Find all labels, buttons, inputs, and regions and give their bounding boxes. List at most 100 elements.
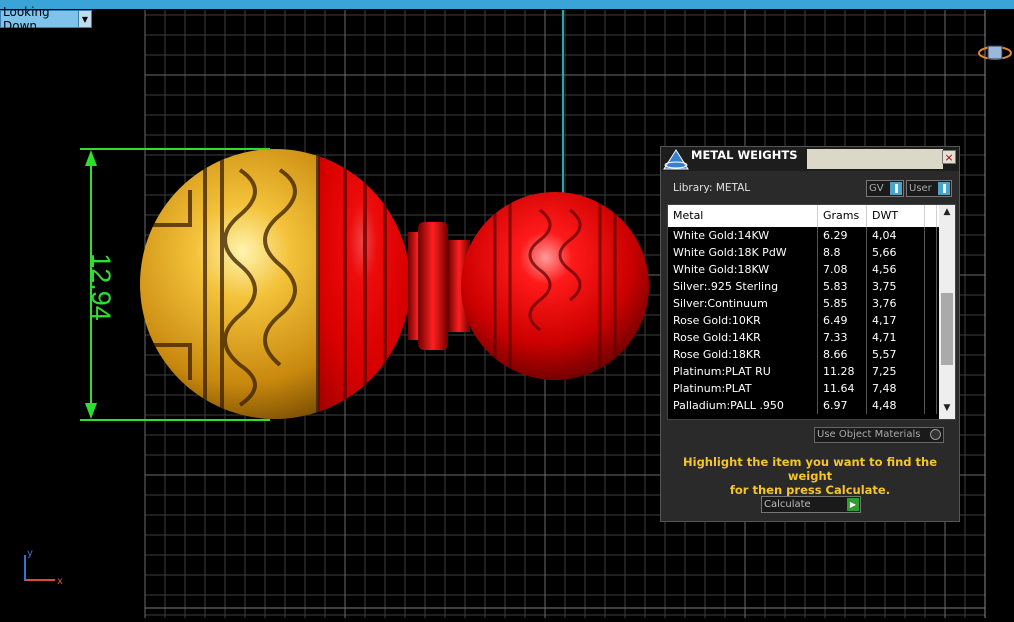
app-logo-icon (663, 149, 689, 170)
scroll-thumb[interactable] (941, 293, 953, 365)
cell-spacer (925, 227, 937, 244)
cell-spacer (925, 363, 937, 380)
cell-spacer (925, 278, 937, 295)
cell-grams: 5.85 (818, 295, 867, 312)
table-row[interactable]: Rose Gold:14KR 7.33 4,71 (668, 329, 955, 346)
library-label: Library: METAL (673, 182, 751, 194)
user-label: User (909, 183, 932, 194)
cell-dwt: 4,04 (867, 227, 925, 244)
table-row[interactable]: Platinum:PLAT 11.64 7,48 (668, 380, 955, 397)
cell-grams: 11.28 (818, 363, 867, 380)
cell-metal: White Gold:18KW (668, 261, 818, 278)
column-header-grams[interactable]: Grams (818, 205, 867, 227)
metal-table[interactable]: Metal Grams DWT White Gold:14KW 6.29 4,04 W… (667, 204, 956, 420)
cell-metal: Rose Gold:10KR (668, 312, 818, 329)
gv-toggle[interactable]: GV (866, 180, 904, 197)
calculate-button[interactable]: Calculate ▶ (761, 496, 861, 513)
gv-label: GV (869, 183, 884, 194)
right-sphere[interactable] (461, 192, 649, 380)
cell-grams: 5.83 (818, 278, 867, 295)
cell-grams: 6.29 (818, 227, 867, 244)
title-bar-fill (807, 149, 943, 169)
left-sphere[interactable] (140, 140, 418, 430)
table-row[interactable]: White Gold:14KW 6.29 4,04 (668, 227, 955, 244)
cell-metal: Silver:.925 Sterling (668, 278, 818, 295)
cell-dwt: 4,17 (867, 312, 925, 329)
cell-spacer (925, 397, 937, 414)
table-row[interactable]: Rose Gold:10KR 6.49 4,17 (668, 312, 955, 329)
scroll-up-icon[interactable]: ▲ (939, 207, 955, 221)
table-header: Metal Grams DWT (668, 205, 955, 227)
cell-grams: 8.8 (818, 244, 867, 261)
cell-spacer (925, 295, 937, 312)
cell-grams: 11.64 (818, 380, 867, 397)
axis-indicator: y x (24, 548, 63, 587)
cell-metal: White Gold:18K PdW (668, 244, 818, 261)
table-row[interactable]: Silver:Continuum 5.85 3,76 (668, 295, 955, 312)
cell-spacer (925, 346, 937, 363)
scroll-down-icon[interactable]: ▼ (939, 403, 955, 417)
axis-y-label: y (27, 548, 33, 559)
instruction-line-1: Highlight the item you want to find the … (683, 455, 937, 483)
view-label: Looking Down (3, 5, 50, 33)
cell-dwt: 4,48 (867, 397, 925, 414)
table-row[interactable]: Silver:.925 Sterling 5.83 3,75 (668, 278, 955, 295)
cell-metal: Silver:Continuum (668, 295, 818, 312)
cell-metal: Palladium:PALL .950 (668, 397, 818, 414)
table-scrollbar[interactable]: ▲ ▼ (939, 205, 955, 419)
table-row[interactable]: Rose Gold:18KR 8.66 5,57 (668, 346, 955, 363)
column-header-spacer (925, 205, 937, 227)
radio-icon (930, 429, 941, 440)
cell-dwt: 5,66 (867, 244, 925, 261)
cell-dwt: 3,75 (867, 278, 925, 295)
instruction-text: Highlight the item you want to find the … (661, 455, 959, 497)
calculate-label: Calculate (764, 499, 811, 510)
table-row[interactable]: Platinum:PLAT RU 11.28 7,25 (668, 363, 955, 380)
cell-spacer (925, 261, 937, 278)
cell-spacer (925, 329, 937, 346)
instruction-line-2: for then press Calculate. (729, 483, 891, 497)
cell-grams: 7.33 (818, 329, 867, 346)
cell-dwt: 7,48 (867, 380, 925, 397)
view-selector[interactable]: Looking Down ▼ (0, 5, 92, 33)
cell-metal: Platinum:PLAT (668, 380, 818, 397)
cell-dwt: 4,56 (867, 261, 925, 278)
use-object-materials-label: Use Object Materials (817, 429, 921, 440)
column-header-metal[interactable]: Metal (668, 205, 818, 227)
panel-title: METAL WEIGHTS (691, 148, 798, 162)
cell-metal: Rose Gold:18KR (668, 346, 818, 363)
panel-title-bar[interactable]: METAL WEIGHTS × (661, 147, 959, 171)
use-object-materials-toggle[interactable]: Use Object Materials (814, 427, 944, 443)
cell-grams: 6.97 (818, 397, 867, 414)
connector-neck (408, 222, 470, 350)
table-body: White Gold:14KW 6.29 4,04 White Gold:18K Pd… (668, 227, 955, 414)
cell-spacer (925, 380, 937, 397)
cell-spacer (925, 312, 937, 329)
toggle-icon (890, 182, 902, 195)
axis-x-label: x (57, 576, 63, 587)
cell-grams: 8.66 (818, 346, 867, 363)
table-row[interactable]: White Gold:18KW 7.08 4,56 (668, 261, 955, 278)
dimension-value: 12.94 (86, 253, 116, 321)
cell-grams: 7.08 (818, 261, 867, 278)
column-header-dwt[interactable]: DWT (867, 205, 925, 227)
cell-metal: Platinum:PLAT RU (668, 363, 818, 380)
cell-grams: 6.49 (818, 312, 867, 329)
table-row[interactable]: White Gold:18K PdW 8.8 5,66 (668, 244, 955, 261)
viewport-top-strip (0, 0, 1014, 9)
cell-metal: Rose Gold:14KR (668, 329, 818, 346)
metal-weights-panel: METAL WEIGHTS × Library: METAL GV User M… (660, 146, 960, 522)
table-row[interactable]: Palladium:PALL .950 6.97 4,48 (668, 397, 955, 414)
view-cube-icon[interactable] (978, 43, 1012, 63)
cell-dwt: 5,57 (867, 346, 925, 363)
cell-dwt: 3,76 (867, 295, 925, 312)
cell-dwt: 4,71 (867, 329, 925, 346)
play-icon: ▶ (847, 498, 859, 511)
close-icon[interactable]: × (942, 150, 956, 164)
cell-metal: White Gold:14KW (668, 227, 818, 244)
toggle-icon (938, 182, 950, 195)
user-toggle[interactable]: User (906, 180, 952, 197)
cell-dwt: 7,25 (867, 363, 925, 380)
chevron-down-icon[interactable]: ▼ (78, 11, 91, 27)
cell-spacer (925, 244, 937, 261)
